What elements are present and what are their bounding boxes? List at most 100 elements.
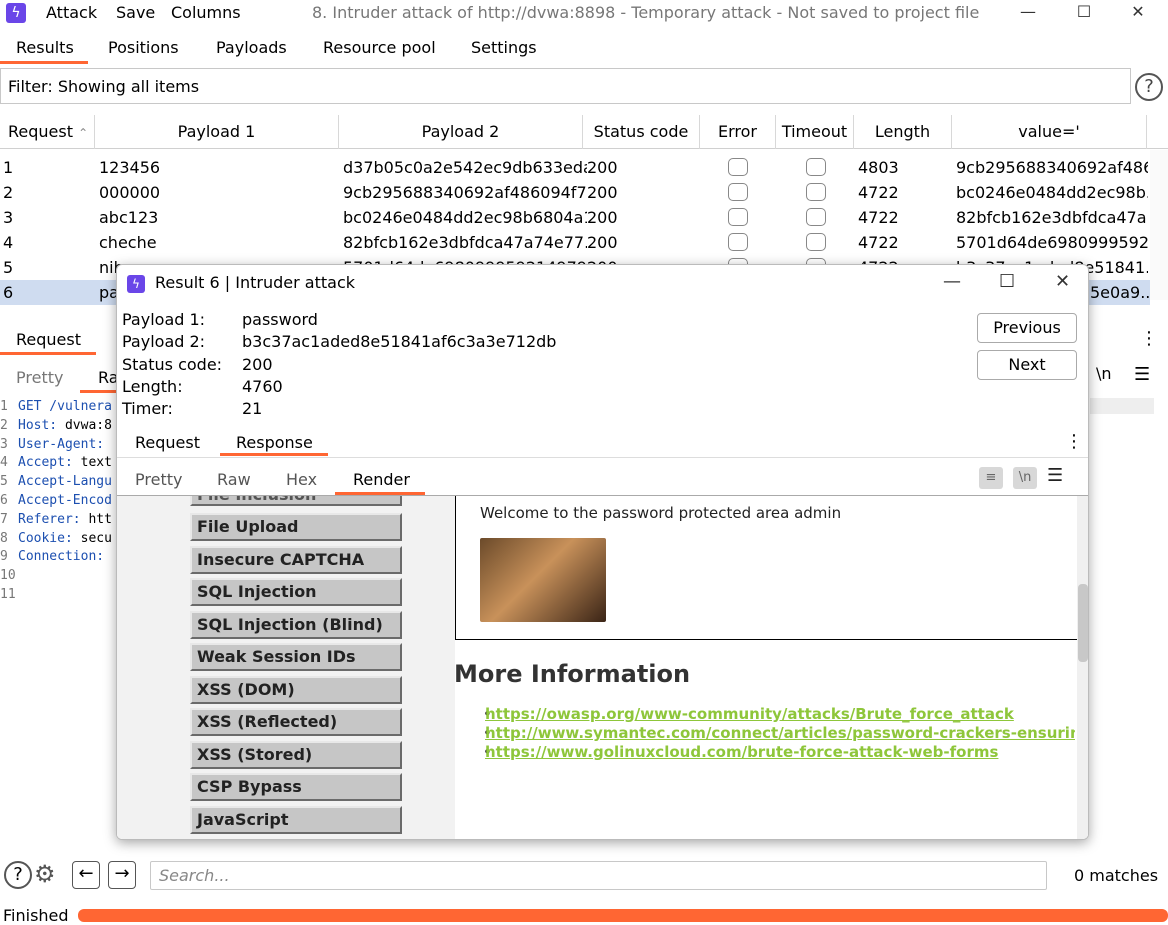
column-header-status-code[interactable]: Status code [583, 115, 700, 149]
minimize-icon[interactable]: — [1018, 2, 1038, 22]
tab-settings[interactable]: Settings [471, 38, 537, 57]
tab-positions[interactable]: Positions [108, 38, 179, 57]
search-input[interactable]: Search... [150, 861, 1047, 890]
column-header-error[interactable]: Error [700, 115, 776, 149]
newline-toggle-icon[interactable]: \n [1013, 467, 1037, 489]
code-line: 2 Host: dvwa:8 [0, 417, 116, 436]
error-checkbox[interactable] [728, 158, 748, 176]
column-header-timeout[interactable]: Timeout [776, 115, 854, 149]
nav-sql-injection[interactable]: SQL Injection [190, 578, 402, 606]
line-number: 1 [0, 399, 8, 414]
payload-2-value: b3c37ac1aded8e51841af6c3a3e712db [242, 332, 557, 351]
tab-request[interactable]: Request [135, 433, 200, 452]
word-wrap-icon[interactable]: ≡ [979, 467, 1003, 489]
length-cell: 4803 [858, 158, 899, 177]
previous-arrow-button[interactable]: ← [72, 861, 100, 889]
code-line: 10 [0, 567, 116, 586]
render-scrollbar[interactable] [1077, 496, 1088, 839]
tab-payloads[interactable]: Payloads [216, 38, 287, 57]
divider [117, 457, 1088, 458]
nav-weak-session-ids[interactable]: Weak Session IDs [190, 643, 402, 671]
nav-sql-injection-blind[interactable]: SQL Injection (Blind) [190, 611, 402, 639]
menu-icon[interactable]: ☰ [1134, 364, 1150, 385]
column-header-length[interactable]: Length [854, 115, 952, 149]
column-header-payload-2[interactable]: Payload 2 [339, 115, 583, 149]
nav-xss-stored[interactable]: XSS (Stored) [190, 741, 402, 769]
menu-columns[interactable]: Columns [171, 3, 241, 22]
column-header-request[interactable]: Request ⌃ [0, 115, 95, 149]
header-key: Cookie: [18, 530, 73, 546]
welcome-message: Welcome to the password protected area a… [480, 504, 842, 522]
error-checkbox[interactable] [728, 233, 748, 251]
menu-attack[interactable]: Attack [46, 3, 97, 22]
golinuxcloud-link[interactable]: https://www.golinuxcloud.com/brute-force… [485, 743, 998, 761]
menu-save[interactable]: Save [116, 3, 155, 22]
nav-file-upload[interactable]: File Upload [190, 513, 402, 541]
tab-hex[interactable]: Hex [286, 470, 317, 489]
column-header-value[interactable]: value=' [952, 115, 1147, 149]
tab-request[interactable]: Request [16, 330, 81, 349]
next-arrow-button[interactable]: → [108, 861, 136, 889]
gear-icon[interactable]: ⚙ [34, 860, 56, 888]
nav-xss-dom[interactable]: XSS (DOM) [190, 676, 402, 704]
maximize-icon[interactable]: ☐ [1074, 2, 1094, 22]
tab-response[interactable]: Response [236, 433, 313, 452]
nav-insecure-captcha[interactable]: Insecure CAPTCHA [190, 546, 402, 574]
help-icon[interactable]: ? [4, 861, 32, 889]
timeout-checkbox[interactable] [806, 158, 826, 176]
code-line: 1 GET /vulnera [0, 398, 116, 417]
value-cell: 9cb295688340692af486... [956, 158, 1148, 177]
table-row[interactable]: 1 123456 d37b05c0a2e542ec9db633eda... 20… [0, 155, 1150, 180]
tab-pretty[interactable]: Pretty [135, 470, 182, 489]
owasp-link[interactable]: https://owasp.org/www-community/attacks/… [485, 705, 1014, 723]
previous-button[interactable]: Previous [977, 313, 1077, 343]
value-cell: bc0246e0484dd2ec98b... [956, 183, 1148, 202]
table-row[interactable]: 2 000000 9cb295688340692af486094f71... 2… [0, 180, 1150, 205]
next-button[interactable]: Next [977, 350, 1077, 380]
timeout-checkbox[interactable] [806, 183, 826, 201]
payload-1-value: password [242, 310, 318, 329]
code-line: 3 User-Agent: [0, 436, 116, 455]
tab-render[interactable]: Render [353, 470, 410, 489]
tab-pretty[interactable]: Pretty [16, 368, 63, 387]
tab-results[interactable]: Results [16, 38, 74, 57]
error-checkbox[interactable] [728, 183, 748, 201]
menu-icon[interactable]: ☰ [1047, 465, 1063, 486]
nav-javascript[interactable]: JavaScript [190, 806, 402, 834]
results-scrollbar[interactable] [1150, 150, 1168, 300]
header-value: dvwa:8 [57, 417, 112, 433]
tab-raw[interactable]: Raw [217, 470, 251, 489]
minimize-icon[interactable]: — [943, 271, 961, 292]
header-key: GET /vulnera [18, 399, 112, 414]
column-header-payload-1[interactable]: Payload 1 [95, 115, 339, 149]
error-checkbox[interactable] [728, 208, 748, 226]
result-dialog: ϟ Result 6 | Intruder attack — ☐ ✕ Paylo… [116, 264, 1089, 840]
table-row[interactable]: 3 abc123 bc0246e0484dd2ec98b6804a1... 20… [0, 205, 1150, 230]
timeout-checkbox[interactable] [806, 233, 826, 251]
timeout-checkbox[interactable] [806, 208, 826, 226]
symantec-link[interactable]: http://www.symantec.com/connect/articles… [485, 724, 1075, 742]
header-key: Accept: [18, 455, 73, 471]
length-cell: 4722 [858, 183, 899, 202]
close-icon[interactable]: ✕ [1055, 271, 1070, 292]
more-options-icon[interactable]: ⋮ [1065, 431, 1083, 452]
filter-bar[interactable]: Filter: Showing all items [0, 68, 1131, 104]
value-cell: 82bfcb162e3dbfdca47a... [956, 208, 1148, 227]
tab-resource-pool[interactable]: Resource pool [323, 38, 436, 57]
render-scrollbar-thumb[interactable] [1078, 584, 1088, 662]
newline-toggle-icon[interactable]: \n [1096, 364, 1112, 383]
active-tab-indicator [0, 61, 88, 64]
more-options-icon[interactable]: ⋮ [1140, 328, 1158, 349]
header-key: Accept-Encod [18, 492, 112, 508]
line-number: 9 [0, 549, 8, 565]
header-value: text [72, 455, 112, 471]
nav-file-inclusion[interactable]: File Inclusion [190, 496, 402, 506]
help-icon[interactable]: ? [1135, 73, 1163, 101]
close-icon[interactable]: ✕ [1128, 2, 1148, 22]
nav-csp-bypass[interactable]: CSP Bypass [190, 773, 402, 801]
request-editor[interactable]: 1 GET /vulnera 2 Host: dvwa:8 3 User-Agent: 4 A… [0, 398, 116, 608]
payload-2-cell: bc0246e0484dd2ec98b6804a1... [343, 208, 587, 227]
nav-xss-reflected[interactable]: XSS (Reflected) [190, 708, 402, 736]
maximize-icon[interactable]: ☐ [999, 271, 1015, 292]
table-row[interactable]: 4 cheche 82bfcb162e3dbfdca47a74e77... 20… [0, 230, 1150, 255]
